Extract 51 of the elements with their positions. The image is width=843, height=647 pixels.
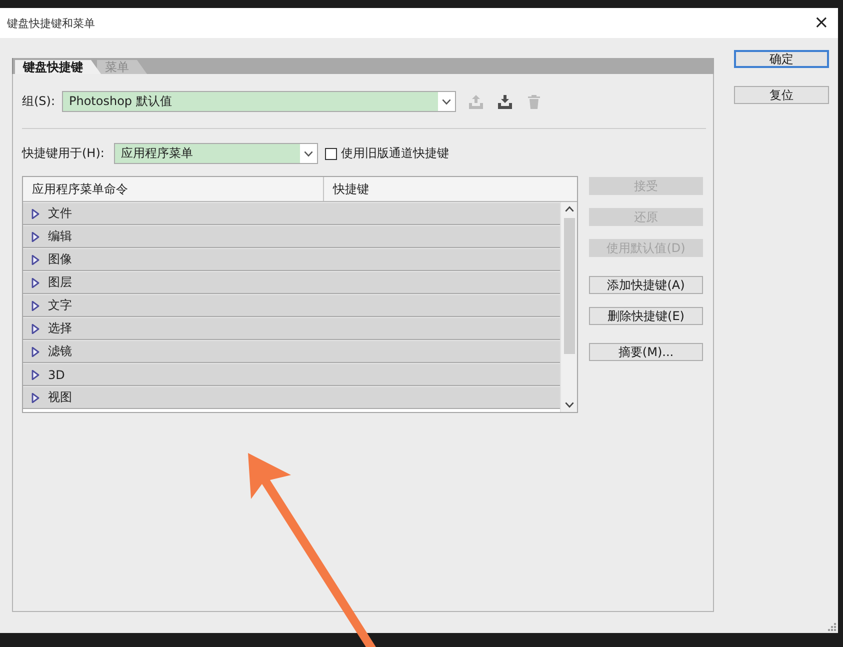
- action-button[interactable]: 添加快捷键(A): [589, 276, 703, 294]
- chevron-down-icon: [304, 150, 313, 156]
- tree-item-label: 图层: [48, 274, 72, 291]
- tree-item-label: 编辑: [48, 228, 72, 245]
- dialog-button[interactable]: 复位: [734, 86, 829, 104]
- dialog-button[interactable]: 确定: [734, 50, 829, 68]
- column-header[interactable]: 应用程序菜单命令: [23, 177, 324, 201]
- scrollbar[interactable]: [560, 202, 577, 412]
- chevron-up-icon[interactable]: [564, 206, 574, 212]
- tree-row[interactable]: 文字: [23, 294, 560, 317]
- expand-triangle-icon[interactable]: [31, 278, 41, 288]
- chevron-down-icon[interactable]: [564, 402, 574, 408]
- tree-row[interactable]: 编辑: [23, 225, 560, 248]
- action-button[interactable]: 摘要(M)...: [589, 343, 703, 361]
- close-button[interactable]: ×: [810, 13, 832, 33]
- expand-triangle-icon[interactable]: [31, 300, 41, 310]
- tree-row[interactable]: 视图: [23, 386, 560, 409]
- tree-item-label: 视图: [48, 389, 72, 406]
- scrollbar-thumb[interactable]: [564, 218, 574, 354]
- tree-row[interactable]: 滤镜: [23, 340, 560, 363]
- shortcuts-for-label: 快捷键用于(H):: [22, 145, 106, 162]
- tray-down-arrow-icon[interactable]: [497, 94, 513, 110]
- resize-grip-icon[interactable]: [827, 622, 836, 631]
- tab[interactable]: 键盘快捷键: [15, 60, 101, 74]
- tree-item-label: 文件: [48, 205, 72, 222]
- tree-item-label: 选择: [48, 320, 72, 337]
- tree-item-label: 图像: [48, 251, 72, 268]
- checkbox-label[interactable]: 使用旧版通道快捷键: [341, 145, 449, 162]
- column-header[interactable]: 快捷键: [324, 177, 369, 201]
- group-label: 组(S):: [22, 93, 56, 110]
- shortcuts-for-dropdown[interactable]: 应用程序菜单: [114, 143, 318, 164]
- expand-triangle-icon[interactable]: [31, 254, 41, 264]
- expand-triangle-icon[interactable]: [31, 324, 41, 334]
- action-button[interactable]: 删除快捷键(E): [589, 307, 703, 325]
- expand-triangle-icon[interactable]: [31, 392, 41, 402]
- tree-row[interactable]: 3D: [23, 363, 560, 386]
- expand-triangle-icon[interactable]: [31, 346, 41, 356]
- window-title: 键盘快捷键和菜单: [7, 16, 95, 30]
- group-dropdown[interactable]: Photoshop 默认值: [62, 91, 456, 112]
- expand-triangle-icon[interactable]: [31, 370, 41, 380]
- expand-triangle-icon[interactable]: [31, 208, 41, 218]
- checkbox[interactable]: [325, 148, 337, 160]
- tree-row[interactable]: 文件: [23, 202, 560, 225]
- tree-item-label: 滤镜: [48, 343, 72, 360]
- tree-row[interactable]: 选择: [23, 317, 560, 340]
- tree-row[interactable]: 图像: [23, 248, 560, 271]
- tree-item-label: 3D: [48, 368, 65, 382]
- chevron-down-icon: [442, 98, 451, 104]
- tree-item-label: 文字: [48, 297, 72, 314]
- expand-triangle-icon[interactable]: [31, 232, 41, 242]
- tree-row[interactable]: 图层: [23, 271, 560, 294]
